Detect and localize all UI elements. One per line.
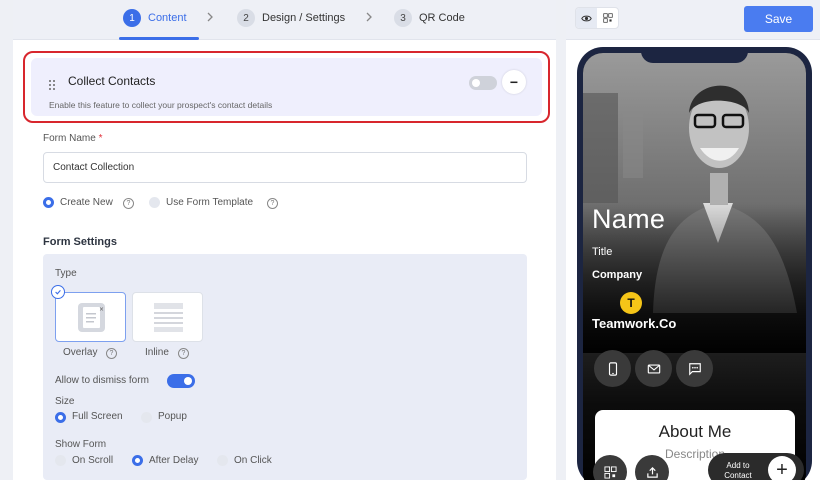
help-icon[interactable]: ? xyxy=(178,348,189,359)
inline-label: Inline xyxy=(145,347,169,358)
required-marker: * xyxy=(98,133,103,144)
step-number: 1 xyxy=(123,9,141,27)
collect-contacts-title: Collect Contacts xyxy=(68,74,156,88)
collect-contacts-description: Enable this feature to collect your pros… xyxy=(49,100,273,110)
create-new-label: Create New xyxy=(60,197,113,208)
step-label: Content xyxy=(148,12,187,24)
step-content[interactable]: 1 Content xyxy=(123,8,187,28)
mail-icon[interactable] xyxy=(635,350,672,387)
company-logo: T xyxy=(620,292,642,314)
show-form-label: Show Form xyxy=(55,439,107,450)
collect-contacts-toggle[interactable] xyxy=(469,76,497,90)
on-click-label: On Click xyxy=(234,455,272,466)
phone-notch xyxy=(641,47,748,63)
preview-team-name: Teamwork.Co xyxy=(592,316,677,331)
step-label: Design / Settings xyxy=(262,12,346,24)
preview-view-tabs xyxy=(575,7,619,29)
full-screen-radio[interactable] xyxy=(55,412,66,423)
chevron-right-icon xyxy=(362,10,376,24)
overlay-label: Overlay xyxy=(63,347,98,358)
preview-company: Company xyxy=(592,269,643,281)
phone-icon[interactable] xyxy=(594,350,631,387)
step-number: 3 xyxy=(394,9,412,27)
create-new-radio[interactable] xyxy=(43,197,54,208)
form-settings-title: Form Settings xyxy=(43,236,117,248)
save-button[interactable]: Save xyxy=(744,6,813,32)
full-screen-label: Full Screen xyxy=(72,411,123,422)
type-inline-card[interactable] xyxy=(132,292,203,342)
help-icon[interactable]: ? xyxy=(106,348,117,359)
help-icon[interactable]: ? xyxy=(123,198,134,209)
preview-title: Title xyxy=(592,246,613,258)
size-label: Size xyxy=(55,396,75,407)
collect-contacts-header: Collect Contacts Enable this feature to … xyxy=(31,58,542,116)
on-click-radio[interactable] xyxy=(217,455,228,466)
use-template-label: Use Form Template xyxy=(166,197,254,208)
form-settings-box xyxy=(43,254,527,480)
on-scroll-radio[interactable] xyxy=(55,455,66,466)
preview-name: Name xyxy=(592,204,666,234)
drag-handle-icon[interactable] xyxy=(47,78,57,90)
use-template-radio[interactable] xyxy=(149,197,160,208)
add-to-contact-button[interactable]: Add to Contact + xyxy=(708,453,804,480)
svg-text:×: × xyxy=(99,306,104,313)
popup-label: Popup xyxy=(158,411,187,422)
step-design-settings[interactable]: 2 Design / Settings xyxy=(237,8,345,28)
after-delay-radio[interactable] xyxy=(132,455,143,466)
type-overlay-card[interactable]: × xyxy=(55,292,126,342)
on-scroll-label: On Scroll xyxy=(72,455,114,466)
chevron-right-icon xyxy=(203,10,217,24)
popup-radio[interactable] xyxy=(141,412,152,423)
eye-icon[interactable] xyxy=(576,8,597,28)
form-name-value: Contact Collection xyxy=(53,162,135,173)
help-icon[interactable]: ? xyxy=(267,198,278,209)
form-name-label-text: Form Name xyxy=(43,133,96,144)
plus-icon: + xyxy=(768,456,796,480)
step-number: 2 xyxy=(237,9,255,27)
inline-form-icon xyxy=(154,303,183,332)
overlay-form-icon: × xyxy=(78,303,105,332)
after-delay-label: After Delay xyxy=(149,455,199,466)
collect-contacts-card: Collect Contacts Enable this feature to … xyxy=(23,51,550,123)
dismiss-form-toggle[interactable] xyxy=(167,374,195,388)
step-qr-code[interactable]: 3 QR Code xyxy=(394,8,465,28)
qr-code-icon[interactable] xyxy=(597,8,618,28)
about-title: About Me xyxy=(658,422,732,441)
remove-section-button[interactable]: − xyxy=(502,70,526,94)
dismiss-form-label: Allow to dismiss form xyxy=(55,375,149,386)
selected-check-icon xyxy=(51,285,65,299)
form-name-input[interactable]: Contact Collection xyxy=(43,152,527,183)
add-to-contact-label: Add to Contact xyxy=(724,461,752,480)
form-name-label: Form Name * xyxy=(43,133,102,144)
message-icon[interactable] xyxy=(676,350,713,387)
step-label: QR Code xyxy=(419,12,465,24)
type-label: Type xyxy=(55,268,77,279)
stepper-bar: 1 Content 2 Design / Settings 3 QR Code xyxy=(13,0,556,40)
